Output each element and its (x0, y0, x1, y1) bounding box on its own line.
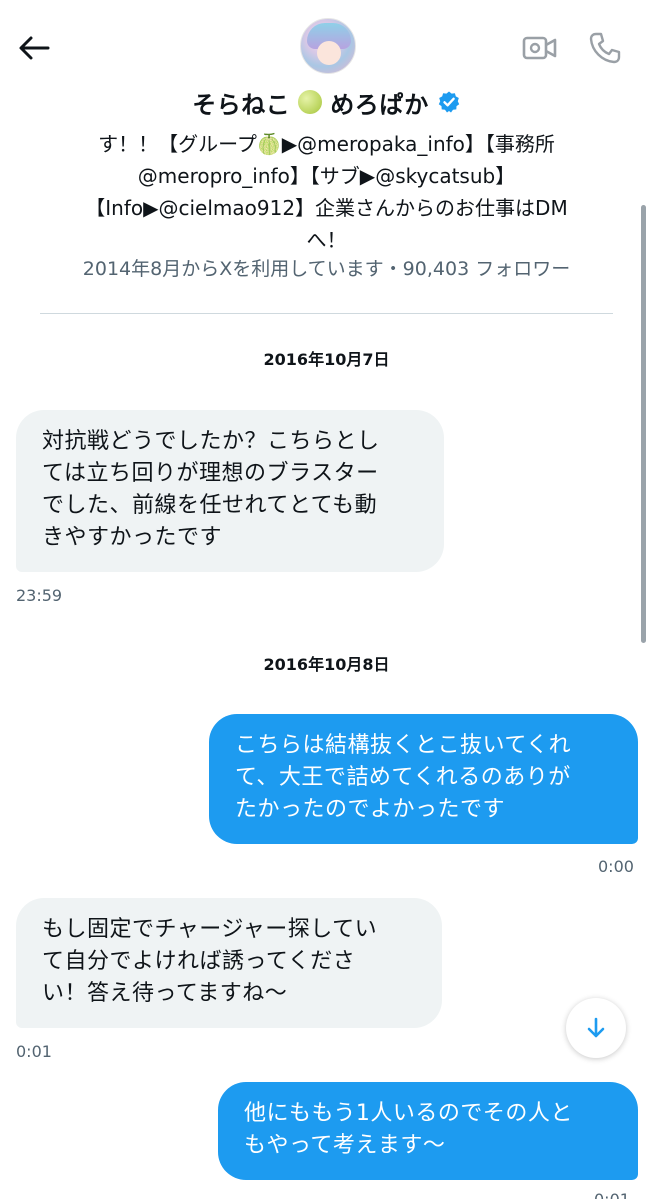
avatar[interactable] (300, 18, 356, 74)
message-line: て、大王で詰めてくれるのありが (235, 765, 571, 790)
message-line: こちらは結構抜くとこ抜いてくれ (235, 733, 572, 758)
message-line: きやすかったです (42, 525, 223, 550)
bio-line: 【Info▶@cielmao912】企業さんからのお仕事はDM (85, 196, 568, 220)
message-timestamp: 0:00 (598, 857, 634, 876)
message-line: ては立ち回りが理想のブラスター (42, 461, 379, 486)
divider (40, 313, 613, 314)
bio-line: @meropro_info】【サブ▶@skycatsub】 (137, 164, 516, 188)
date-separator: 2016年10月7日 (263, 350, 390, 369)
verified-badge-icon (437, 90, 461, 114)
message-timestamp: 0:01 (16, 1042, 52, 1061)
message-timestamp: 23:59 (16, 586, 63, 605)
message-line: もやって考えます〜 (244, 1133, 446, 1158)
message-line: もし固定でチャージャー探してい (42, 917, 378, 942)
melon-emoji-icon (298, 90, 323, 114)
back-button[interactable] (16, 30, 52, 66)
sent-message[interactable]: 他にももう1人いるのでその人と もやって考えます〜 (218, 1082, 638, 1180)
voice-call-button[interactable] (585, 28, 625, 68)
sent-message[interactable]: こちらは結構抜くとこ抜いてくれ て、大王で詰めてくれるのありが たかったのでよか… (209, 714, 638, 844)
bio-line: へ！ (306, 228, 347, 252)
message-line: 対抗戦どうでしたか？こちらとし (42, 429, 380, 454)
video-camera-icon (522, 36, 557, 60)
message-line: い！答え待ってますね〜 (42, 981, 288, 1006)
message-line: て自分でよければ誘ってくださ (42, 949, 356, 974)
message-line: たかったのでよかったです (235, 797, 506, 822)
scrollbar[interactable] (641, 205, 646, 643)
name-prefix: そらねこ (192, 90, 291, 119)
conversation-header: そらねこ めろぱか (0, 0, 653, 128)
scroll-to-bottom-button[interactable] (566, 998, 626, 1058)
dm-conversation-screen: そらねこ めろぱか す！！【グループ🍈▶@meropaka_info】【事務所 … (0, 0, 653, 1199)
message-line: でした、前線を任せれてとても動 (42, 493, 378, 518)
joined-info: 2014年8月からXを利用しています・90,403 フォロワー (82, 258, 571, 280)
message-timestamp: 0:01 (594, 1190, 630, 1199)
message-line: 他にももう1人いるのでその人と (244, 1101, 573, 1126)
date-separator: 2016年10月8日 (263, 655, 390, 674)
received-message[interactable]: 対抗戦どうでしたか？こちらとし ては立ち回りが理想のブラスター でした、前線を任… (16, 410, 444, 572)
video-call-button[interactable] (520, 30, 560, 66)
back-arrow-icon (19, 36, 50, 60)
phone-icon (589, 32, 621, 64)
arrow-down-icon (587, 1017, 605, 1038)
profile-bio: す！！【グループ🍈▶@meropaka_info】【事務所 @meropro_i… (40, 128, 613, 256)
received-message[interactable]: もし固定でチャージャー探してい て自分でよければ誘ってくださ い！答え待ってます… (16, 898, 442, 1028)
conversation-name[interactable]: そらねこ めろぱか (0, 84, 653, 120)
name-suffix: めろぱか (330, 90, 429, 119)
bio-line: す！！【グループ🍈▶@meropaka_info】【事務所 (98, 132, 555, 156)
